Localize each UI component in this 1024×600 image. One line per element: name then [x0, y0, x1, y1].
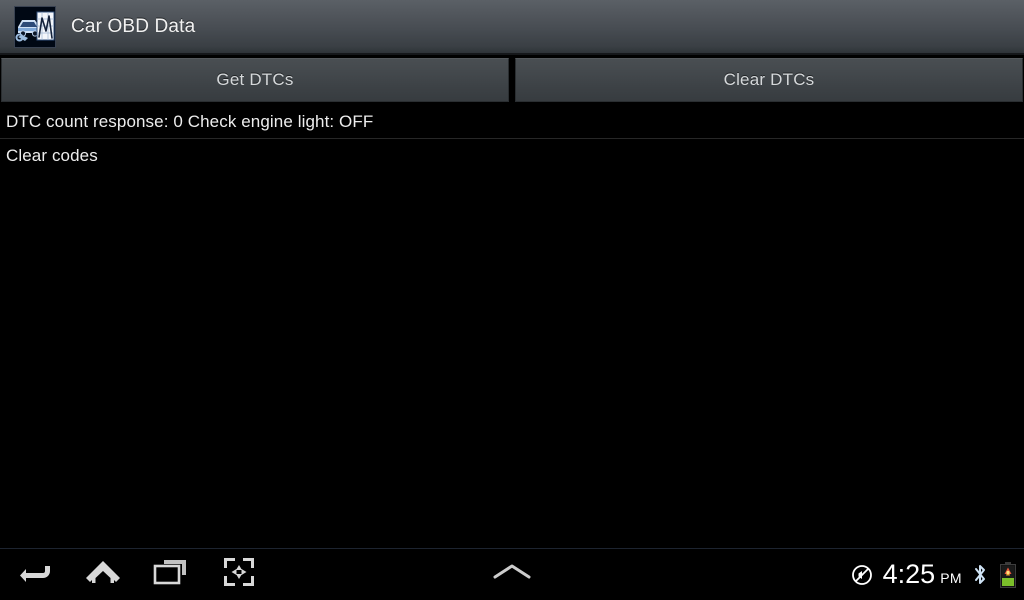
status-clock: 4:25 PM [883, 561, 962, 588]
chevron-up-icon [490, 560, 534, 589]
app-title-bar: Car OBD Data [0, 0, 1024, 55]
home-icon [84, 557, 122, 592]
android-tablet-screen: Car OBD Data Get DTCs Clear DTCs DTC cou… [0, 0, 1024, 600]
list-item[interactable]: Clear codes [0, 139, 1024, 173]
clock-time: 4:25 [882, 559, 936, 589]
clear-dtcs-button[interactable]: Clear DTCs [515, 58, 1023, 102]
battery-low-icon [998, 561, 1018, 589]
list-item-label: DTC count response: 0 Check engine light… [6, 111, 374, 131]
nav-button-group [0, 553, 264, 597]
get-dtcs-button[interactable]: Get DTCs [1, 58, 509, 102]
status-bar-icons[interactable]: 4:25 PM [850, 549, 1018, 600]
action-button-row: Get DTCs Clear DTCs [0, 57, 1024, 104]
recent-apps-button[interactable] [146, 553, 196, 597]
list-item[interactable]: DTC count response: 0 Check engine light… [0, 105, 1024, 139]
back-button[interactable] [10, 553, 60, 597]
screenshot-icon [222, 556, 256, 593]
screenshot-button[interactable] [214, 553, 264, 597]
system-navigation-bar: 4:25 PM [0, 548, 1024, 600]
list-item-label: Clear codes [6, 146, 98, 165]
expand-notifications-button[interactable] [487, 553, 537, 597]
home-button[interactable] [78, 553, 128, 597]
bluetooth-icon [971, 562, 989, 588]
car-obd-app-icon [14, 5, 56, 48]
obd-response-list[interactable]: DTC count response: 0 Check engine light… [0, 105, 1024, 548]
clock-ampm: PM [940, 570, 962, 586]
recent-apps-icon [152, 557, 190, 592]
no-sound-icon [850, 563, 874, 587]
page-title: Car OBD Data [71, 15, 196, 37]
back-arrow-icon [17, 557, 53, 592]
